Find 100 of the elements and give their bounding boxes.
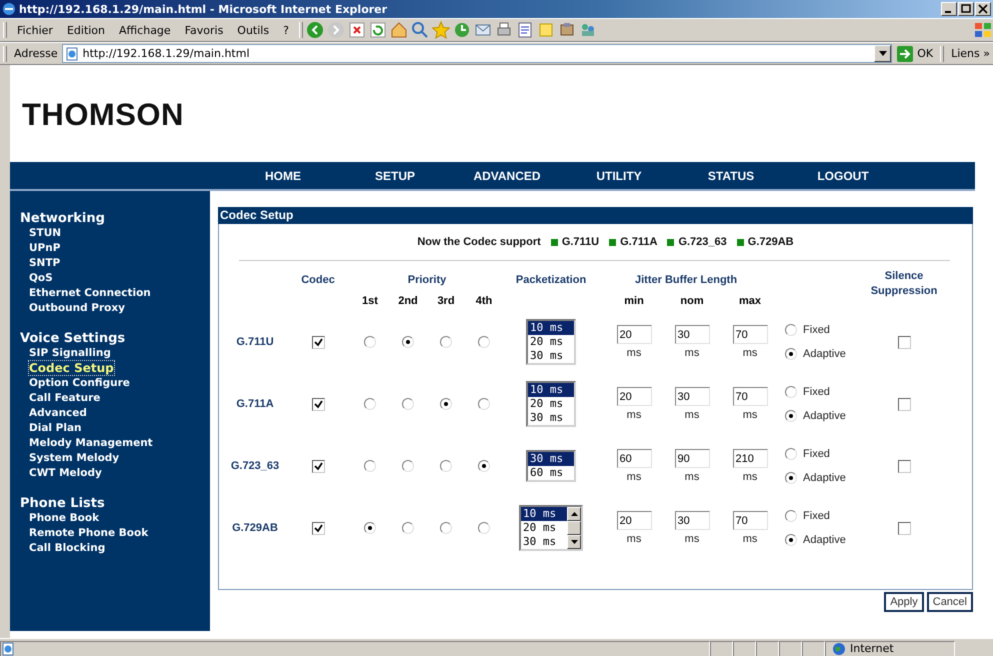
radio-button[interactable] (478, 398, 490, 410)
star-icon[interactable] (432, 21, 450, 39)
sidebar-item[interactable]: SIP Signalling (29, 347, 111, 359)
input-field[interactable]: 70 (732, 325, 768, 344)
dropdown-button[interactable] (874, 45, 892, 62)
sidebar-item[interactable]: STUN (29, 227, 62, 239)
radio-button[interactable] (402, 336, 414, 348)
go-button[interactable]: OK (896, 44, 934, 62)
menu-item[interactable]: Affichage (112, 24, 178, 36)
packetization-list[interactable]: 10 ms 20 ms 30 ms (526, 381, 576, 427)
checkbox[interactable] (312, 460, 324, 472)
sidebar-item[interactable]: Option Configure (29, 377, 130, 389)
minimize-icon[interactable] (941, 2, 957, 16)
scroll-thumb[interactable] (567, 521, 582, 535)
nav-link[interactable]: HOME (227, 168, 339, 182)
address-field[interactable]: http://192.168.1.29/main.html (62, 44, 892, 63)
radio-button[interactable] (478, 460, 490, 472)
nav-link[interactable]: LOGOUT (787, 168, 899, 182)
checkbox[interactable] (312, 522, 324, 534)
radio-button[interactable] (478, 522, 490, 534)
radio-button[interactable] (364, 522, 376, 534)
radio-button[interactable] (478, 336, 490, 348)
sidebar-item[interactable]: Call Feature (29, 392, 100, 404)
form-button[interactable]: Cancel (926, 592, 973, 612)
list-option[interactable]: 20 ms (528, 335, 574, 349)
list-option[interactable]: 10 ms (528, 383, 574, 397)
checkbox[interactable] (898, 522, 911, 534)
back-icon[interactable] (306, 21, 324, 39)
radio-button[interactable] (785, 448, 798, 460)
radio-button[interactable] (785, 510, 798, 522)
nav-link[interactable]: UTILITY (563, 168, 675, 182)
radio-button[interactable] (364, 460, 376, 472)
radio-button[interactable] (440, 522, 452, 534)
sidebar-item[interactable]: Advanced (29, 407, 87, 419)
list-option[interactable]: 10 ms (521, 507, 568, 521)
checkbox[interactable] (898, 460, 911, 472)
radio-button[interactable] (364, 336, 376, 348)
radio-button[interactable] (785, 348, 798, 360)
packetization-list[interactable]: 10 ms 20 ms 30 ms (526, 319, 576, 365)
list-option[interactable]: 60 ms (528, 466, 574, 480)
checkbox[interactable] (898, 336, 911, 348)
radio-button[interactable] (364, 398, 376, 410)
sidebar-item[interactable]: System Melody (29, 452, 120, 464)
sidebar-item[interactable]: UPnP (29, 242, 60, 254)
radio-button[interactable] (440, 460, 452, 472)
sidebar-item[interactable]: Call Blocking (29, 542, 106, 554)
list-option[interactable]: 30 ms (528, 349, 574, 363)
input-field[interactable]: 210 (732, 449, 768, 468)
scroll-down-button[interactable] (567, 535, 582, 549)
input-field[interactable]: 30 (674, 387, 710, 406)
links-button[interactable]: Liens » (951, 47, 993, 60)
menu-item[interactable]: Outils (230, 24, 276, 36)
input-field[interactable]: 20 (616, 325, 652, 344)
menu-item[interactable]: Fichier (10, 24, 60, 36)
maximize-icon[interactable] (958, 2, 974, 16)
home-icon[interactable] (390, 21, 408, 39)
nav-link[interactable]: ADVANCED (451, 168, 563, 182)
input-field[interactable]: 70 (732, 511, 768, 530)
list-option[interactable]: 30 ms (521, 535, 568, 549)
menu-item[interactable]: Edition (60, 24, 112, 36)
input-field[interactable]: 20 (616, 387, 652, 406)
nav-link[interactable]: STATUS (675, 168, 787, 182)
sidebar-item[interactable]: Ethernet Connection (29, 287, 151, 299)
sidebar-item[interactable]: QoS (29, 272, 53, 284)
nav-link[interactable]: SETUP (339, 168, 451, 182)
list-option[interactable]: 30 ms (528, 452, 574, 466)
radio-button[interactable] (785, 386, 798, 398)
checkbox[interactable] (312, 336, 324, 348)
checkbox[interactable] (312, 398, 324, 410)
menu-item[interactable]: ? (276, 24, 296, 36)
form-button[interactable]: Apply (884, 592, 924, 612)
sidebar-item[interactable]: Outbound Proxy (29, 302, 125, 314)
packetization-list[interactable]: 10 ms 20 ms 30 ms (519, 505, 584, 551)
input-field[interactable]: 90 (674, 449, 710, 468)
sidebar-item[interactable]: Dial Plan (29, 422, 82, 434)
list-option[interactable]: 30 ms (528, 411, 574, 425)
packetization-list[interactable]: 30 ms 60 ms (526, 450, 576, 482)
input-field[interactable]: 60 (616, 449, 652, 468)
radio-button[interactable] (402, 398, 414, 410)
radio-button[interactable] (785, 472, 798, 484)
radio-button[interactable] (440, 336, 452, 348)
radio-button[interactable] (402, 460, 414, 472)
sidebar-item[interactable]: Phone Book (29, 512, 100, 524)
sidebar-item[interactable]: Remote Phone Book (29, 527, 148, 539)
radio-button[interactable] (785, 410, 798, 422)
refresh-icon[interactable] (368, 21, 387, 39)
input-field[interactable]: 20 (616, 511, 652, 530)
sidebar-item[interactable]: SNTP (29, 257, 60, 269)
input-field[interactable]: 70 (732, 387, 768, 406)
checkbox[interactable] (898, 398, 911, 410)
menu-item[interactable]: Favoris (178, 24, 230, 36)
sidebar-item[interactable]: CWT Melody (29, 467, 102, 479)
edit-icon[interactable] (516, 21, 534, 39)
radio-button[interactable] (402, 522, 414, 534)
close-icon[interactable] (975, 2, 991, 16)
radio-button[interactable] (785, 534, 798, 546)
input-field[interactable]: 30 (674, 325, 710, 344)
scroll-up-button[interactable] (567, 507, 582, 521)
list-option[interactable]: 10 ms (528, 321, 574, 335)
search-icon[interactable] (410, 21, 429, 39)
